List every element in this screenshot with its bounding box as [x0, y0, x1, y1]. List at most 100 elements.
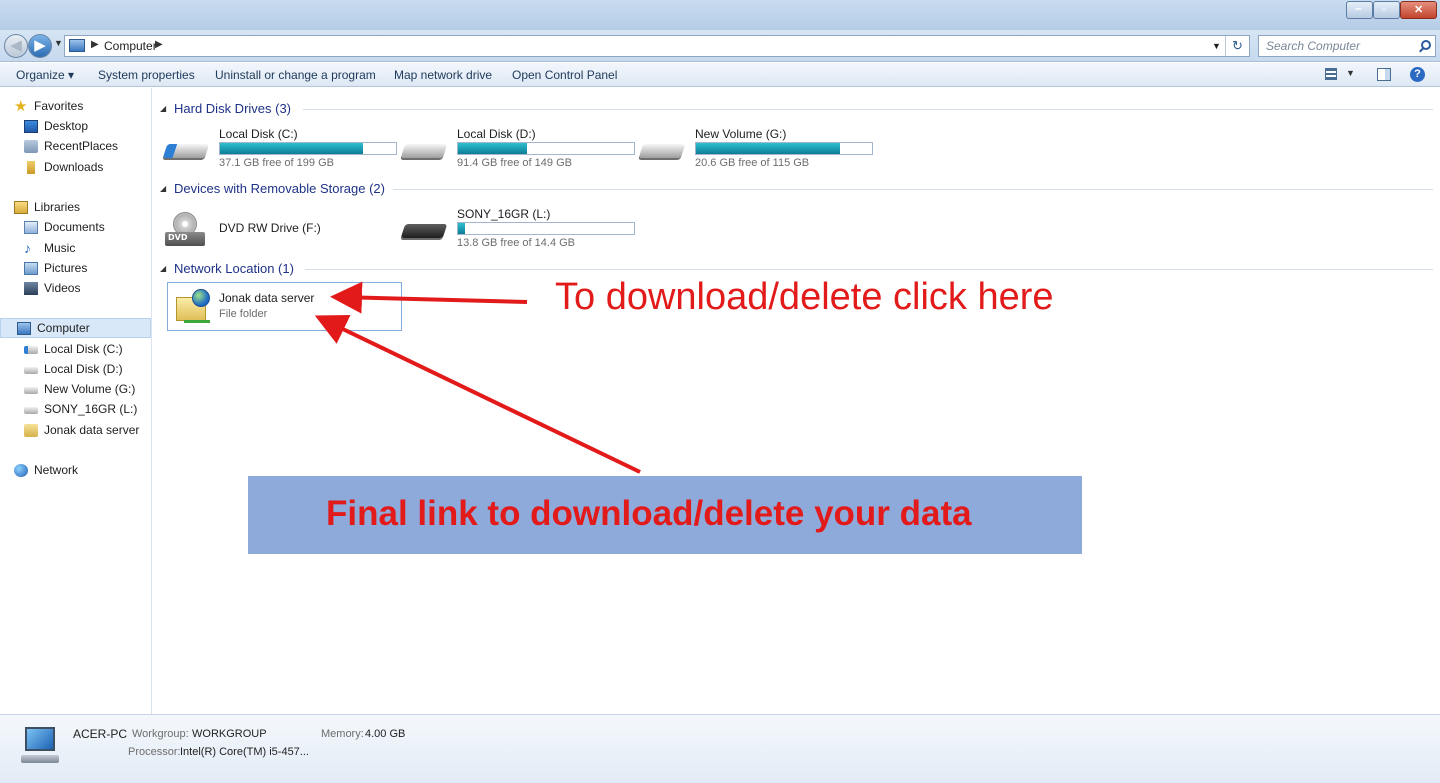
drive-name: New Volume (G:) [695, 127, 787, 141]
drive-new-volume-g[interactable]: New Volume (G:) 20.6 GB free of 115 GB [629, 124, 873, 174]
nav-network-label: Network [34, 463, 79, 477]
breadcrumb-computer[interactable]: Computer [104, 39, 157, 53]
search-input[interactable]: Search Computer [1258, 35, 1436, 57]
new-volume-g-icon [24, 387, 38, 394]
drive-usage-fill [696, 143, 841, 154]
pictures-icon [24, 262, 38, 275]
group-title: Devices with Removable Storage (2) [174, 181, 385, 196]
group-hard-disk-drives[interactable]: ◢ Hard Disk Drives (3) [153, 100, 1440, 118]
uninstall-program-button[interactable]: Uninstall or change a program [215, 68, 376, 82]
nav-documents-label: Documents [44, 220, 105, 234]
minimize-button[interactable]: – [1346, 1, 1373, 19]
drive-name: Local Disk (D:) [457, 127, 536, 141]
drive-name: Local Disk (C:) [219, 127, 298, 141]
close-button[interactable]: ✕ [1400, 1, 1437, 19]
nav-jonak-data-server-label: Jonak data server [44, 423, 140, 437]
videos-icon [24, 282, 38, 295]
nav-computer[interactable]: Computer [0, 318, 151, 338]
nav-computer-label: Computer [37, 321, 90, 335]
breadcrumb-separator-icon[interactable]: ▶ [91, 39, 99, 50]
maximize-icon: ▫ [1382, 2, 1387, 16]
drive-usage-bar [457, 142, 635, 155]
view-dropdown-icon[interactable]: ▼ [1346, 68, 1355, 78]
address-row: ◀ ▶ ▼ ▶ Computer ▶ ▼ ↻ Search Computer [0, 30, 1440, 62]
nav-downloads-label: Downloads [44, 160, 104, 174]
drive-local-disk-d[interactable]: Local Disk (D:) 91.4 GB free of 149 GB [391, 124, 635, 174]
network-folder-icon [174, 289, 212, 325]
recent-places-icon [24, 140, 38, 153]
nav-local-disk-c-label: Local Disk (C:) [44, 342, 123, 356]
open-control-panel-button[interactable]: Open Control Panel [512, 68, 617, 82]
forward-button[interactable]: ▶ [28, 34, 52, 58]
drive-sony-16gr[interactable]: SONY_16GR (L:) 13.8 GB free of 14.4 GB [391, 204, 635, 254]
drive-dvd-rw-f[interactable]: DVD DVD RW Drive (F:) [153, 204, 389, 254]
navigation-pane: ★ Favorites Desktop RecentPlaces Downloa… [0, 88, 152, 714]
nav-favorites-label: Favorites [34, 99, 84, 113]
computer-icon [21, 727, 59, 767]
drive-usage-fill [220, 143, 363, 154]
network-icon [14, 464, 28, 477]
group-title: Hard Disk Drives (3) [174, 101, 292, 116]
preview-pane-icon[interactable] [1377, 68, 1391, 81]
collapse-triangle-icon[interactable]: ◢ [160, 104, 166, 113]
drive-name: SONY_16GR (L:) [457, 207, 551, 221]
drive-name: DVD RW Drive (F:) [219, 221, 321, 235]
network-location-name: Jonak data server [219, 291, 315, 305]
music-icon: ♪ [24, 240, 31, 256]
processor-value: Intel(R) Core(TM) i5-457... [180, 746, 309, 758]
nav-new-volume-g-label: New Volume (G:) [44, 382, 136, 396]
drive-free-space: 20.6 GB free of 115 GB [695, 157, 810, 169]
desktop-icon [24, 120, 38, 133]
nav-videos-label: Videos [44, 281, 81, 295]
forward-arrow-icon: ▶ [34, 36, 46, 54]
help-icon[interactable]: ? [1410, 67, 1425, 82]
address-history-dropdown-icon[interactable]: ▼ [1212, 41, 1221, 51]
computer-icon [17, 322, 31, 335]
drive-free-space: 37.1 GB free of 199 GB [219, 157, 334, 169]
network-folder-icon [24, 424, 38, 437]
explorer-window: – ▫ ✕ ◀ ▶ ▼ ▶ Computer ▶ ▼ ↻ Search Comp… [0, 0, 1440, 783]
nav-sony-16gr-label: SONY_16GR (L:) [44, 402, 138, 416]
breadcrumb-separator-icon[interactable]: ▶ [155, 39, 163, 50]
refresh-icon[interactable]: ↻ [1225, 36, 1249, 56]
nav-music-label: Music [44, 241, 76, 255]
drive-usage-bar [457, 222, 635, 235]
drive-free-space: 91.4 GB free of 149 GB [457, 157, 572, 169]
organize-menu[interactable]: Organize ▾ [16, 68, 74, 82]
back-button[interactable]: ◀ [4, 34, 28, 58]
collapse-triangle-icon[interactable]: ◢ [160, 184, 166, 193]
hard-disk-icon [638, 138, 686, 162]
libraries-icon [14, 201, 28, 214]
change-view-icon[interactable] [1325, 68, 1337, 80]
collapse-triangle-icon[interactable]: ◢ [160, 264, 166, 273]
drive-local-disk-c[interactable]: Local Disk (C:) 37.1 GB free of 199 GB [153, 124, 397, 174]
drive-usage-bar [695, 142, 873, 155]
address-bar[interactable]: ▶ Computer ▶ ▼ ↻ [64, 35, 1250, 57]
recent-pages-dropdown-icon[interactable]: ▼ [54, 38, 63, 48]
annotation-box: Final link to download/delete your data [248, 476, 1082, 554]
group-divider [303, 109, 1433, 110]
dvd-drive-icon: DVD [165, 212, 205, 250]
close-icon: ✕ [1414, 4, 1424, 16]
annotation-click-here: To download/delete click here [555, 276, 1054, 318]
workgroup-value: WORKGROUP [192, 728, 267, 740]
map-network-drive-button[interactable]: Map network drive [394, 68, 492, 82]
drive-free-space: 13.8 GB free of 14.4 GB [457, 237, 576, 249]
nav-desktop-label: Desktop [44, 119, 89, 133]
nav-libraries-label: Libraries [34, 200, 81, 214]
group-removable-storage[interactable]: ◢ Devices with Removable Storage (2) [153, 180, 1440, 198]
hard-disk-icon [400, 138, 448, 162]
usb-drive-icon [400, 218, 448, 242]
command-bar: Organize ▾ System properties Uninstall o… [0, 63, 1440, 87]
documents-icon [24, 221, 38, 234]
annotation-final-link: Final link to download/delete your data [326, 494, 972, 533]
system-properties-button[interactable]: System properties [98, 68, 195, 82]
network-location-jonak-data-server[interactable]: Jonak data server File folder [167, 282, 402, 331]
network-location-type: File folder [219, 308, 268, 320]
search-placeholder: Search Computer [1266, 39, 1361, 53]
maximize-button[interactable]: ▫ [1373, 1, 1400, 19]
search-icon[interactable] [1421, 40, 1431, 50]
nav-local-disk-d-label: Local Disk (D:) [44, 362, 123, 376]
drive-usage-fill [458, 143, 527, 154]
dvd-label: DVD [168, 233, 188, 242]
